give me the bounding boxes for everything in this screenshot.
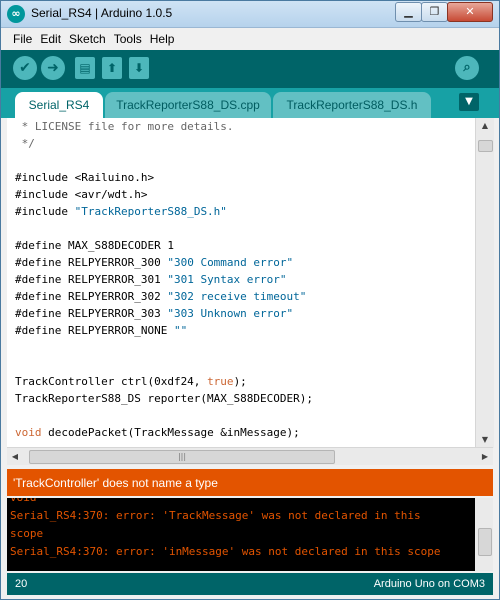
- arduino-ide-window: ∞ Serial_RS4 | Arduino 1.0.5 ▁ ❐ ✕ File E…: [0, 0, 500, 600]
- board-port-label: Arduino Uno on COM3: [373, 578, 485, 590]
- error-message-bar: 'TrackController' does not name a type: [7, 469, 493, 496]
- console-line: void: [7, 498, 475, 507]
- editor-horizontal-scrollbar[interactable]: ◀ ||| ▶: [7, 447, 493, 465]
- code-token: "303 Unknown error": [167, 307, 294, 320]
- editor-vertical-scrollbar[interactable]: ▲ ▼: [475, 118, 494, 448]
- scroll-thumb[interactable]: [478, 528, 492, 556]
- tab-trackreporter-h[interactable]: TrackReporterS88_DS.h: [273, 92, 431, 118]
- code-line: TrackReporterS88_DS reporter(MAX_S88DECO…: [7, 390, 475, 407]
- toolbar: ✔ ➜ ▤ ⬆ ⬇ ⌕: [1, 50, 499, 88]
- code-line: * LICENSE file for more details.: [7, 118, 475, 135]
- code-token: #define RELPYERROR_301: [15, 273, 168, 286]
- code-line: #define RELPYERROR_302 "302 receive time…: [7, 288, 475, 305]
- window-title: Serial_RS4 | Arduino 1.0.5: [31, 6, 173, 20]
- code-token: "301 Syntax error": [167, 273, 287, 286]
- code-line: #define RELPYERROR_301 "301 Syntax error…: [7, 271, 475, 288]
- console-line: scope: [10, 527, 44, 540]
- code-token: * LICENSE file for more details.: [15, 120, 234, 133]
- tab-trackreporter-cpp[interactable]: TrackReporterS88_DS.cpp: [105, 92, 271, 118]
- code-line: */: [7, 135, 475, 152]
- scroll-right-icon[interactable]: ▶: [477, 448, 493, 465]
- verify-icon[interactable]: ✔: [13, 56, 37, 80]
- close-button[interactable]: ✕: [447, 2, 493, 22]
- code-token: );: [233, 375, 247, 388]
- console-line: Serial_RS4:370: error: 'inMessage' was n…: [10, 545, 441, 558]
- code-editor[interactable]: * LICENSE file for more details. */ #incl…: [7, 118, 475, 448]
- code-token: decodePacket(TrackMessage &inMessage);: [41, 426, 300, 439]
- code-token: */: [15, 137, 35, 150]
- serial-monitor-icon[interactable]: ⌕: [455, 56, 479, 80]
- line-number: 20: [15, 578, 28, 590]
- code-token: "300 Command error": [167, 256, 294, 269]
- code-token: #define RELPYERROR_NONE: [15, 324, 174, 337]
- code-token: #define RELPYERROR_302: [15, 290, 168, 303]
- code-line: #define RELPYERROR_300 "300 Command erro…: [7, 254, 475, 271]
- new-sketch-icon[interactable]: ▤: [75, 57, 95, 79]
- code-line: #define RELPYERROR_NONE "": [7, 322, 475, 339]
- scroll-thumb[interactable]: [478, 140, 493, 152]
- code-token: #define RELPYERROR_300: [15, 256, 168, 269]
- menu-tools[interactable]: Tools: [110, 28, 146, 50]
- code-token: #define RELPYERROR_303: [15, 307, 168, 320]
- title-bar[interactable]: ∞ Serial_RS4 | Arduino 1.0.5 ▁ ❐ ✕: [1, 1, 499, 28]
- code-token: #include <avr/wdt.h>: [15, 188, 148, 201]
- maximize-button[interactable]: ❐: [421, 2, 448, 22]
- menu-bar: File Edit Sketch Tools Help: [1, 28, 499, 50]
- console-output[interactable]: void Serial_RS4:370: error: 'TrackMessag…: [7, 498, 475, 571]
- code-token: TrackController ctrl(0xdf24,: [15, 375, 208, 388]
- status-bar: 20 Arduino Uno on COM3: [7, 573, 493, 595]
- scroll-up-icon[interactable]: ▲: [476, 118, 494, 134]
- save-sketch-icon[interactable]: ⬇: [129, 57, 149, 79]
- code-token: true: [207, 375, 234, 388]
- open-sketch-icon[interactable]: ⬆: [102, 57, 122, 79]
- code-line: #include <Railuino.h>: [7, 169, 475, 186]
- code-token: void: [15, 426, 42, 439]
- code-line: #include <avr/wdt.h>: [7, 186, 475, 203]
- upload-icon[interactable]: ➜: [41, 56, 65, 80]
- tab-menu-icon[interactable]: ▼: [459, 93, 479, 111]
- code-token: "TrackReporterS88_DS.h": [74, 205, 227, 218]
- scroll-left-icon[interactable]: ◀: [7, 448, 23, 465]
- code-token: "": [173, 324, 188, 337]
- code-line: #define MAX_S88DECODER 1: [7, 237, 475, 254]
- code-line: #include "TrackReporterS88_DS.h": [7, 203, 475, 220]
- menu-sketch[interactable]: Sketch: [65, 28, 110, 50]
- code-line: #define RELPYERROR_303 "303 Unknown erro…: [7, 305, 475, 322]
- code-token: #define MAX_S88DECODER 1: [15, 239, 174, 252]
- console-scrollbar[interactable]: [475, 498, 493, 571]
- scroll-thumb[interactable]: |||: [29, 450, 335, 464]
- minimize-button[interactable]: ▁: [395, 2, 422, 22]
- arduino-logo-icon: ∞: [7, 5, 25, 23]
- menu-edit[interactable]: Edit: [36, 28, 65, 50]
- code-token: TrackReporterS88_DS reporter(MAX_S88DECO…: [15, 392, 314, 405]
- console-line: Serial_RS4:370: error: 'TrackMessage' wa…: [10, 509, 421, 522]
- menu-help[interactable]: Help: [146, 28, 179, 50]
- code-token: #include <Railuino.h>: [15, 171, 155, 184]
- menu-file[interactable]: File: [9, 28, 36, 50]
- code-token: #include: [15, 205, 75, 218]
- scroll-down-icon[interactable]: ▼: [476, 432, 494, 448]
- tab-bar: Serial_RS4 TrackReporterS88_DS.cpp Track…: [1, 88, 499, 118]
- code-line: TrackController ctrl(0xdf24, true);: [7, 373, 475, 390]
- code-token: "302 receive timeout": [167, 290, 307, 303]
- code-line: void decodePacket(TrackMessage &inMessag…: [7, 424, 475, 441]
- tab-serial-rs4[interactable]: Serial_RS4: [15, 92, 103, 118]
